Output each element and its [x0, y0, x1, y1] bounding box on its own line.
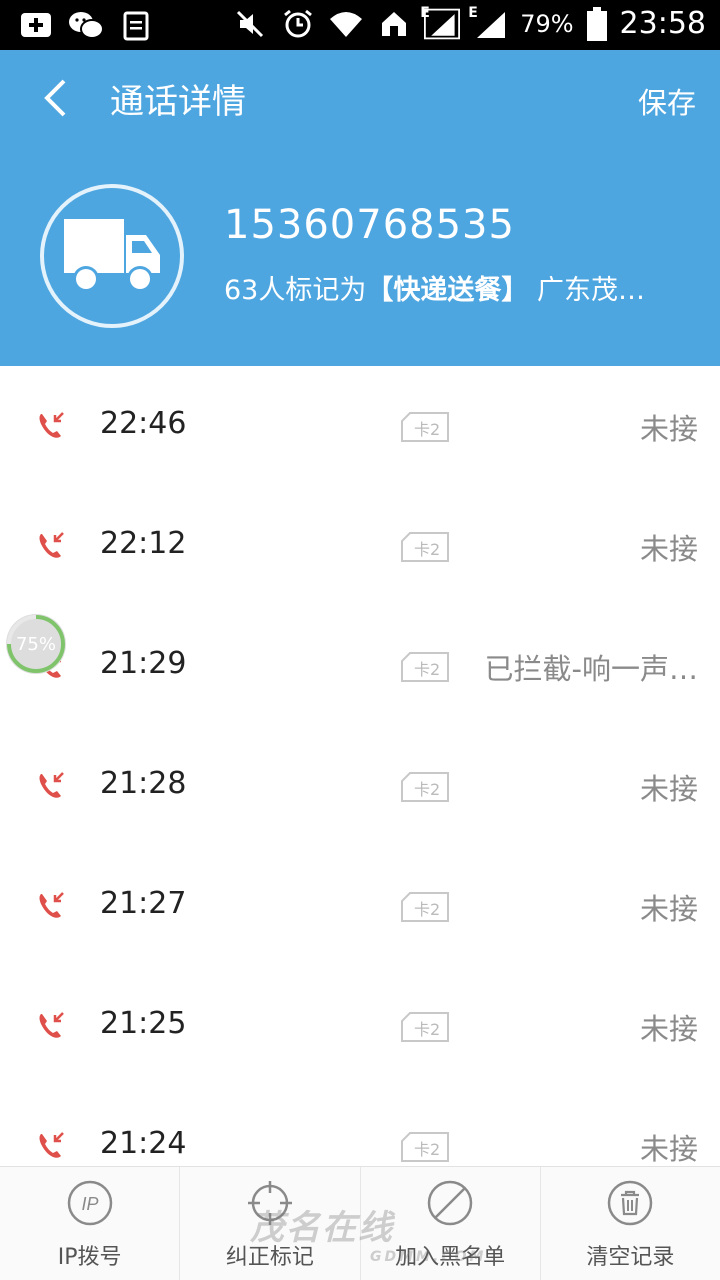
call-time: 22:12	[100, 526, 187, 561]
back-button[interactable]	[30, 72, 80, 124]
avatar	[40, 184, 184, 328]
phone-number: 15360768535	[224, 202, 515, 248]
status-bar-notifications	[18, 8, 154, 42]
mark-tag: 【快递送餐】	[366, 275, 529, 306]
save-button[interactable]: 保存	[638, 80, 696, 122]
page-title: 通话详情	[110, 82, 246, 122]
call-time: 21:29	[100, 646, 187, 681]
missed-call-icon	[39, 1012, 64, 1038]
sim-badge: 卡2	[400, 412, 450, 442]
call-row[interactable]: 22:12 卡2 未接	[0, 486, 720, 606]
mute-icon	[232, 7, 268, 41]
sim-badge: 卡2	[400, 652, 450, 682]
status-bar: E E 79% 23:58	[0, 0, 720, 50]
clear-records-label: 清空记录	[586, 1245, 675, 1270]
add-notification-icon	[18, 8, 54, 42]
call-row[interactable]: 21:27 卡2 未接	[0, 846, 720, 966]
ip-dial-icon: IP	[67, 1180, 112, 1226]
progress-value: 75%	[15, 633, 56, 655]
clear-records-button[interactable]: 清空记录	[541, 1167, 720, 1280]
sim-badge: 卡2	[400, 772, 450, 802]
battery-percent: 79%	[520, 9, 574, 38]
top-app-bar: 通话详情 保存	[0, 50, 720, 146]
call-time: 22:46	[100, 406, 187, 441]
watermark-logo: 茂名在线 GDMM.COM	[250, 1208, 487, 1265]
missed-call-icon	[39, 892, 64, 918]
mark-count: 63人标记为	[224, 275, 367, 306]
wifi-icon	[328, 7, 364, 41]
call-status: 未接	[639, 532, 698, 566]
clipboard-icon	[118, 8, 154, 42]
truck-icon	[64, 219, 160, 292]
wechat-icon	[68, 8, 104, 42]
alarm-icon	[280, 7, 316, 41]
call-status: 未接	[639, 412, 698, 446]
sim-badge: 卡2	[400, 892, 450, 922]
mark-info: 63人标记为【快递送餐】 广东茂…	[224, 268, 694, 307]
contact-header: 通话详情 保存 15360768535 63人标记为【快递送餐】 广东茂…	[0, 50, 720, 366]
call-row[interactable]: 21:29 卡2 已拦截-响一声…	[0, 606, 720, 726]
call-log-list: 22:46 卡2 未接 22:12 卡2 未接 21:29 卡2 已拦截-响一声…	[0, 366, 720, 1166]
ip-dial-label: IP拨号	[57, 1245, 122, 1270]
ip-dial-button[interactable]: IP IP拨号	[0, 1167, 181, 1280]
svg-text:IP: IP	[81, 1194, 98, 1214]
battery-icon	[586, 6, 608, 41]
home-icon	[376, 7, 412, 41]
call-row[interactable]: 21:28 卡2 未接	[0, 726, 720, 846]
chevron-left-icon	[44, 79, 66, 117]
clock: 23:58	[619, 6, 706, 41]
missed-call-icon	[39, 1132, 64, 1158]
call-time: 21:28	[100, 766, 187, 801]
call-row[interactable]: 21:24 卡2 未接	[0, 1086, 720, 1166]
call-row[interactable]: 21:25 卡2 未接	[0, 966, 720, 1086]
missed-call-icon	[39, 412, 64, 438]
sim-badge: 卡2	[400, 1012, 450, 1042]
call-status: 未接	[639, 772, 698, 806]
missed-call-icon	[39, 532, 64, 558]
call-status: 未接	[639, 1132, 698, 1166]
missed-call-icon	[39, 772, 64, 798]
call-time: 21:27	[100, 886, 187, 921]
call-status: 未接	[639, 1012, 698, 1046]
call-row[interactable]: 22:46 卡2 未接	[0, 366, 720, 486]
call-status: 未接	[639, 892, 698, 926]
call-time: 21:24	[100, 1126, 187, 1161]
status-bar-system: E E 79% 23:58	[232, 5, 706, 41]
sim-badge: 卡2	[400, 1132, 450, 1162]
trash-icon	[608, 1180, 653, 1226]
floating-cleaner-ball[interactable]: 75%	[6, 614, 66, 674]
signal-icon: E	[420, 5, 461, 41]
signal-icon: E	[468, 5, 508, 41]
mark-location: 广东茂…	[536, 275, 645, 306]
call-time: 21:25	[100, 1006, 187, 1041]
sim-badge: 卡2	[400, 532, 450, 562]
call-status: 已拦截-响一声…	[484, 652, 698, 686]
